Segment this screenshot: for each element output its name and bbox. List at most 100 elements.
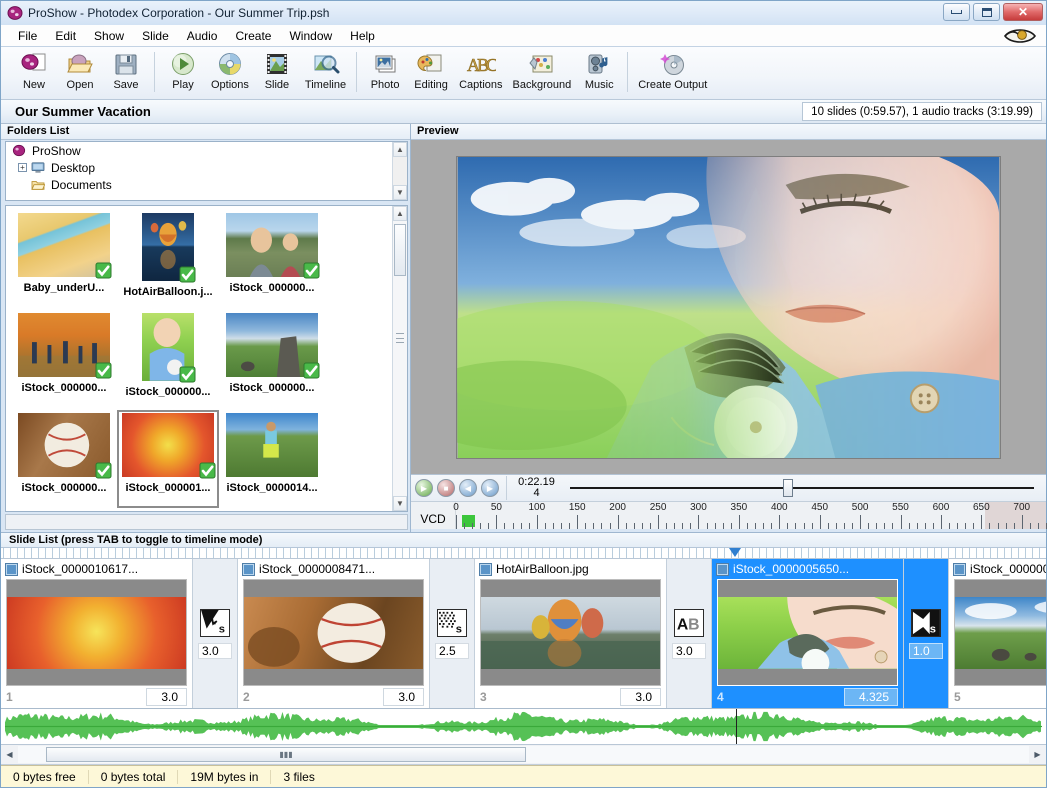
toolbar-button-photo[interactable]: Photo [362,50,408,91]
file-browser[interactable]: Baby_underU... HotAirBalloon.j... iStock… [5,205,408,512]
scroll-up-arrow-icon[interactable]: ▲ [393,142,407,157]
scroll-down-arrow-icon[interactable]: ▼ [393,185,407,200]
play-button[interactable]: ▶ [415,479,433,497]
waveform-playhead[interactable] [736,709,737,744]
menu-item-help[interactable]: Help [341,27,384,45]
next-button[interactable]: ▶ [481,479,499,497]
menu-item-slide[interactable]: Slide [133,27,178,45]
maximize-button[interactable] [973,3,1000,21]
thumbnail-item-selected[interactable]: iStock_000001... [117,410,219,508]
slide-cell[interactable]: iStock_0000008471... 2 3.0 [238,559,430,708]
toolbar-button-timeline[interactable]: Timeline [300,50,351,91]
menu-item-file[interactable]: File [9,27,46,45]
scroll-down-arrow-icon[interactable]: ▼ [393,496,407,511]
left-arrow-icon[interactable]: ◀ [1,746,18,763]
slide-cell[interactable]: iStock_0000010617... 1 3.0 [1,559,193,708]
transition-wipe-icon[interactable]: s [200,608,230,637]
slide-number: 5 [954,690,961,704]
thumbnail-item[interactable]: iStock_000000... [221,310,323,408]
menu-item-audio[interactable]: Audio [178,27,227,45]
tree-item-desktop[interactable]: + Desktop [6,159,407,176]
timeline-horizontal-scrollbar[interactable]: ◀ ▮▮▮ ▶ [1,745,1046,765]
thumbnail-item[interactable]: iStock_000000... [13,410,115,508]
thumbnail-item[interactable]: iStock_000000... [13,310,115,408]
slide-duration[interactable]: 4.325 [843,688,898,706]
thumbnail-item[interactable]: iStock_000000... [221,210,323,308]
transition-duration[interactable]: 3.0 [672,642,706,659]
previous-button[interactable]: ◀ [459,479,477,497]
time-tick [724,548,725,558]
capacity-ruler[interactable]: 0 50 100 150 200 250 300 350 400 450 500 550 600 650 7… [453,502,1047,529]
time-tick [514,548,515,558]
tree-item-proshow[interactable]: ProShow [6,142,407,159]
playback-track[interactable] [570,479,1034,497]
menu-item-show[interactable]: Show [85,27,133,45]
toolbar-button-editing[interactable]: Editing [408,50,454,91]
tree-item-documents[interactable]: Documents [6,176,407,193]
minimize-button[interactable] [943,3,970,21]
audio-waveform[interactable] [1,709,1046,745]
scrollbar-thumb[interactable]: ▮▮▮ [46,747,526,762]
toolbar-button-background[interactable]: Background [508,50,577,91]
toolbar-button-slide[interactable]: Slide [254,50,300,91]
toolbar-button-captions[interactable]: A B C Captions [454,50,507,91]
time-tick [843,548,844,558]
scrollbar-track[interactable]: ▮▮▮ [18,746,1029,763]
slide-duration[interactable]: 3.0 [146,688,187,706]
transition-duration[interactable]: 1.0 [909,642,943,659]
expander-plus-icon[interactable]: + [18,163,27,172]
thumbnail-item[interactable]: Baby_underU... [13,210,115,308]
ruler-tick [868,523,870,529]
transition-duration[interactable]: 2.5 [435,642,469,659]
transition-cell[interactable]: s 3.0 [193,559,238,708]
toolbar-button-save[interactable]: Save [103,50,149,91]
thumbnail-item[interactable]: HotAirBalloon.j... [117,210,219,308]
slide-cell-selected[interactable]: iStock_0000005650... 4 4.325 [712,559,904,708]
menu-item-edit[interactable]: Edit [46,27,85,45]
slide-thumbnail-image [7,596,186,669]
transition-cell-selected[interactable]: s 1.0 [904,559,949,708]
slide-duration[interactable]: 3.0 [383,688,424,706]
right-arrow-icon[interactable]: ▶ [1029,746,1046,763]
toolbar-button-create-output[interactable]: Create Output [633,50,712,91]
photodex-eye-icon[interactable] [1002,26,1038,46]
waveform-graphic [4,711,1043,742]
transition-cell[interactable]: A B 3.0 [667,559,712,708]
toolbar-button-options[interactable]: Options [206,50,254,91]
browser-horizontal-scrollbar[interactable] [5,514,408,530]
ruler-tick [827,523,829,529]
scrollbar-track[interactable] [393,221,407,496]
slide-list-tick-strip[interactable] [1,548,1046,559]
thumbnail-item[interactable]: iStock_0000014... [221,410,323,508]
menu-item-window[interactable]: Window [280,27,341,45]
folders-scrollbar[interactable]: ▲ ▼ [392,142,407,200]
playback-handle[interactable] [783,479,794,497]
slide-strip[interactable]: iStock_0000010617... 1 3.0 s 3.0 iStock_… [1,559,1046,709]
toolbar-button-open[interactable]: Open [57,50,103,91]
slide-duration[interactable]: 3.0 [620,688,661,706]
scroll-up-arrow-icon[interactable]: ▲ [393,206,407,221]
transition-ab-icon[interactable]: A B [674,608,704,637]
slide-cell[interactable]: HotAirBalloon.jpg 3 3.0 [475,559,667,708]
toolbar-button-music[interactable]: Music [576,50,622,91]
stop-button[interactable]: ■ [437,479,455,497]
svg-text:s: s [456,623,462,635]
timeline-playhead[interactable] [729,548,741,557]
preview-image[interactable] [456,155,1001,459]
toolbar-button-play[interactable]: Play [160,50,206,91]
slide-cell[interactable]: iStock_0000005901... 5 2.75 [949,559,1046,708]
toolbar-separator-1 [154,52,155,92]
scrollbar-thumb[interactable] [394,224,406,276]
browser-scrollbar[interactable]: ▲ ▼ [392,206,407,511]
ruler-tick [884,523,886,529]
thumbnail-item[interactable]: iStock_000000... [117,310,219,408]
close-button[interactable]: ✕ [1003,3,1043,21]
transition-cell[interactable]: s 2.5 [430,559,475,708]
folders-tree[interactable]: ProShow + Desktop Documents ▲ ▼ [5,141,408,201]
transition-dissolve-icon[interactable]: s [437,608,467,637]
time-tick [892,548,893,558]
menu-item-create[interactable]: Create [226,27,280,45]
toolbar-button-new[interactable]: New [11,50,57,91]
transition-cross-icon[interactable]: s [911,608,941,637]
transition-duration[interactable]: 3.0 [198,642,232,659]
